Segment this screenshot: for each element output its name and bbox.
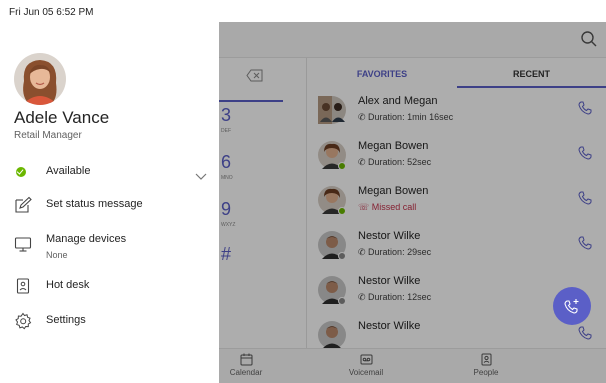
hot-desk-icon <box>14 277 32 295</box>
manage-devices-label: Manage devices <box>46 233 127 245</box>
dial-icon <box>564 299 579 314</box>
gear-icon <box>14 312 32 330</box>
available-status-icon <box>16 167 26 177</box>
chevron-down-icon[interactable] <box>195 168 207 186</box>
avatar[interactable] <box>14 53 66 105</box>
settings-label: Settings <box>46 314 86 326</box>
user-title: Retail Manager <box>14 130 82 141</box>
menu-item-hot-desk[interactable]: Hot desk <box>0 271 219 301</box>
profile-drawer: Adele Vance Retail Manager Available Set… <box>0 22 219 383</box>
status-label: Available <box>46 165 91 177</box>
new-call-button[interactable] <box>553 287 591 325</box>
menu-item-set-status-message[interactable]: Set status message <box>0 190 219 220</box>
manage-devices-value: None <box>46 250 68 260</box>
status-bar: Fri Jun 05 6:52 PM <box>0 0 606 22</box>
hot-desk-label: Hot desk <box>46 279 90 291</box>
menu-item-settings[interactable]: Settings <box>0 306 219 336</box>
set-status-message-label: Set status message <box>46 198 143 210</box>
menu-item-status[interactable]: Available <box>0 157 219 187</box>
edit-icon <box>14 196 32 214</box>
user-name: Adele Vance <box>14 108 110 127</box>
monitor-icon <box>14 235 32 253</box>
status-datetime: Fri Jun 05 6:52 PM <box>9 7 94 18</box>
menu-item-manage-devices[interactable]: Manage devices None <box>0 225 219 265</box>
